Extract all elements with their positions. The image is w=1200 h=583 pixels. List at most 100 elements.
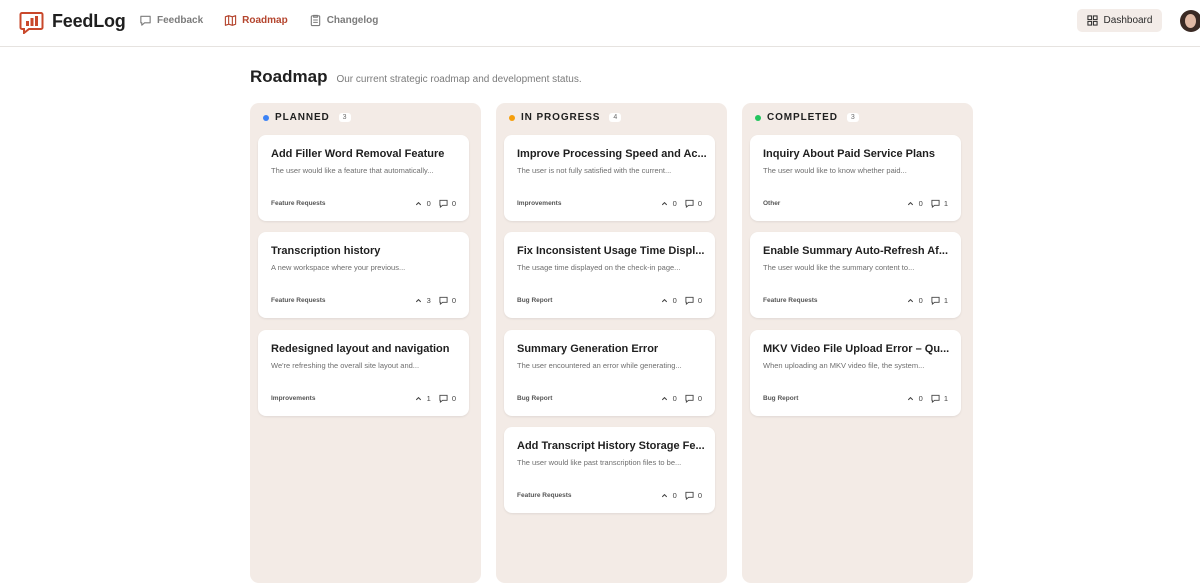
user-avatar[interactable]	[1180, 10, 1200, 32]
comments-button[interactable]: 0	[685, 491, 702, 500]
roadmap-card[interactable]: Fix Inconsistent Usage Time Displ... The…	[504, 232, 715, 318]
comments-button[interactable]: 1	[931, 394, 948, 403]
comment-count: 0	[451, 393, 456, 403]
status-dot-icon	[509, 114, 515, 121]
card-footer: Bug Report 0 0	[517, 294, 702, 306]
comment-count: 0	[697, 393, 702, 403]
roadmap-card[interactable]: Transcription history A new workspace wh…	[258, 232, 469, 318]
card-title: Add Transcript History Storage Fe...	[517, 440, 705, 452]
chevron-up-icon	[661, 298, 667, 302]
card-title: MKV Video File Upload Error – Qu...	[763, 343, 950, 355]
roadmap-card[interactable]: Add Filler Word Removal Feature The user…	[258, 135, 469, 221]
column-count-badge: 4	[609, 113, 622, 122]
top-navbar: FeedLog Feedback Roadmap Changelog Dashb…	[0, 0, 1200, 47]
card-footer: Improvements 1 0	[271, 392, 456, 404]
vote-count: 0	[672, 295, 677, 305]
comment-icon	[931, 296, 940, 305]
brand-logo[interactable]: FeedLog	[19, 9, 126, 34]
vote-count: 0	[672, 393, 677, 403]
upvote-button[interactable]: 0	[660, 491, 677, 500]
card-category-tag: Feature Requests	[271, 296, 326, 304]
upvote-button[interactable]: 0	[906, 199, 923, 208]
upvote-button[interactable]: 0	[906, 394, 923, 403]
vote-count: 3	[426, 295, 431, 305]
chevron-up-icon	[661, 493, 667, 497]
card-footer: Improvements 0 0	[517, 197, 702, 209]
card-title: Add Filler Word Removal Feature	[271, 148, 445, 160]
page-subtitle: Our current strategic roadmap and develo…	[336, 74, 582, 85]
vote-count: 0	[426, 198, 431, 208]
roadmap-card[interactable]: Inquiry About Paid Service Plans The use…	[750, 135, 961, 221]
chevron-up-icon	[907, 396, 913, 400]
card-description: When uploading an MKV video file, the sy…	[763, 361, 925, 370]
comment-icon	[931, 394, 940, 403]
card-description: The user would like to know whether paid…	[763, 166, 907, 175]
column-count-badge: 3	[846, 113, 859, 122]
upvote-button[interactable]: 1	[414, 394, 431, 403]
comments-button[interactable]: 0	[685, 394, 702, 403]
comment-count: 0	[697, 198, 702, 208]
card-category-tag: Bug Report	[517, 296, 553, 304]
comment-count: 1	[943, 295, 948, 305]
roadmap-card[interactable]: Summary Generation Error The user encoun…	[504, 330, 715, 416]
nav-feedback[interactable]: Feedback	[139, 14, 203, 27]
dashboard-icon	[1086, 15, 1098, 26]
vote-count: 0	[918, 393, 923, 403]
card-title: Improve Processing Speed and Ac...	[517, 148, 707, 160]
upvote-button[interactable]: 0	[660, 199, 677, 208]
comments-button[interactable]: 0	[685, 296, 702, 305]
chevron-up-icon	[661, 201, 667, 205]
vote-count: 0	[672, 198, 677, 208]
column-completed: COMPLETED 3 Inquiry About Paid Service P…	[742, 103, 973, 583]
chevron-up-icon	[907, 201, 913, 205]
roadmap-card[interactable]: Add Transcript History Storage Fe... The…	[504, 427, 715, 513]
card-title: Summary Generation Error	[517, 343, 659, 355]
nav-changelog[interactable]: Changelog	[309, 14, 378, 27]
chat-icon	[140, 15, 151, 26]
comment-count: 0	[451, 198, 456, 208]
card-description: The user would like the summary content …	[763, 263, 915, 272]
dashboard-button[interactable]: Dashboard	[1077, 9, 1162, 32]
comments-button[interactable]: 1	[931, 199, 948, 208]
feedlog-logo-icon	[19, 12, 44, 34]
card-title: Inquiry About Paid Service Plans	[763, 148, 935, 160]
roadmap-card[interactable]: Redesigned layout and navigation We're r…	[258, 330, 469, 416]
card-title: Redesigned layout and navigation	[271, 343, 450, 355]
upvote-button[interactable]: 0	[414, 199, 431, 208]
nav-roadmap[interactable]: Roadmap	[224, 14, 288, 27]
roadmap-card[interactable]: MKV Video File Upload Error – Qu... When…	[750, 330, 961, 416]
upvote-button[interactable]: 3	[414, 296, 431, 305]
upvote-button[interactable]: 0	[660, 394, 677, 403]
chevron-up-icon	[415, 396, 421, 400]
card-category-tag: Feature Requests	[271, 199, 326, 207]
comment-count: 0	[697, 295, 702, 305]
comments-button[interactable]: 0	[685, 199, 702, 208]
comment-icon	[685, 199, 694, 208]
card-footer: Other 0 1	[763, 197, 948, 209]
comment-icon	[685, 394, 694, 403]
comments-button[interactable]: 0	[439, 199, 456, 208]
dashboard-label: Dashboard	[1103, 15, 1153, 26]
roadmap-card[interactable]: Enable Summary Auto-Refresh Af... The us…	[750, 232, 961, 318]
column-in-progress: IN PROGRESS 4 Improve Processing Speed a…	[496, 103, 727, 583]
upvote-button[interactable]: 0	[660, 296, 677, 305]
card-footer: Bug Report 0 0	[517, 392, 702, 404]
card-description: A new workspace where your previous...	[271, 263, 406, 272]
comments-button[interactable]: 0	[439, 296, 456, 305]
vote-count: 1	[426, 393, 431, 403]
card-category-tag: Bug Report	[517, 394, 553, 402]
comments-button[interactable]: 0	[439, 394, 456, 403]
comment-icon	[439, 394, 448, 403]
comment-count: 1	[943, 393, 948, 403]
card-category-tag: Feature Requests	[763, 296, 818, 304]
card-description: The usage time displayed on the check-in…	[517, 263, 681, 272]
card-description: The user is not fully satisfied with the…	[517, 166, 672, 175]
comments-button[interactable]: 1	[931, 296, 948, 305]
roadmap-card[interactable]: Improve Processing Speed and Ac... The u…	[504, 135, 715, 221]
upvote-button[interactable]: 0	[906, 296, 923, 305]
column-header: PLANNED 3	[263, 112, 351, 123]
status-dot-icon	[263, 114, 269, 121]
column-header: COMPLETED 3	[755, 112, 859, 123]
card-category-tag: Improvements	[271, 394, 316, 402]
map-icon	[224, 15, 237, 26]
